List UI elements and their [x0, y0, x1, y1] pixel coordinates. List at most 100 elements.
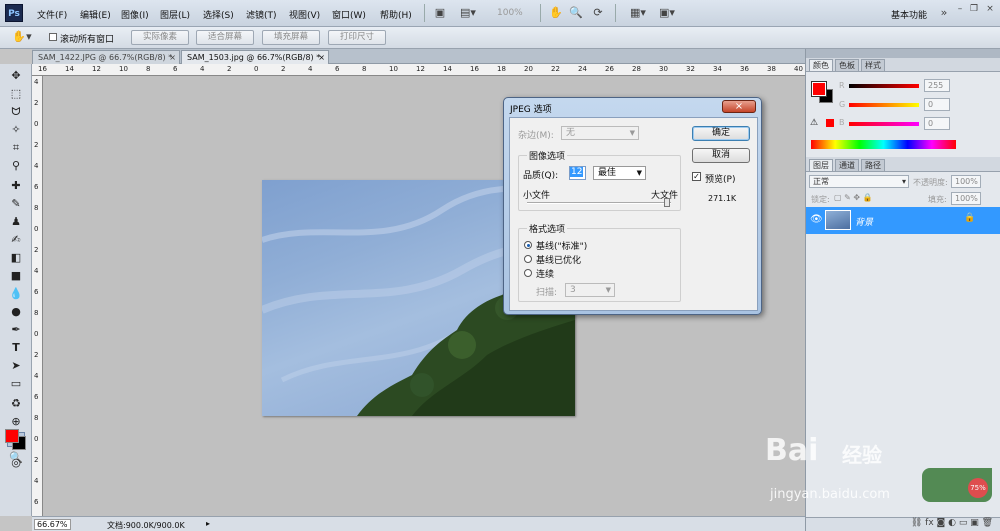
cancel-button[interactable]: 取消	[692, 148, 750, 163]
format-options-group: 格式选项 基线("标准") 基线已优化 连续 扫描: 3 ▼	[518, 222, 681, 302]
move-tool-icon[interactable]: ✥	[7, 68, 25, 83]
hand-icon[interactable]: ✋	[548, 6, 564, 20]
rotate-view-icon[interactable]: ⟳	[590, 6, 606, 20]
fill-screen-button[interactable]: 填充屏幕	[262, 30, 320, 45]
close-icon[interactable]: ×	[982, 2, 998, 16]
toolbox: ✥ ⬚ ᗢ ✧ ⌗ ⚲ ✚ ✎ ♟ ✍ ◧ ■ 💧 ● ✒ T ➤ ▭ ♻ ⊕ …	[0, 64, 32, 516]
brush-tool-icon[interactable]: ✎	[7, 196, 25, 211]
quality-slider-thumb[interactable]	[664, 198, 670, 207]
status-menu-icon[interactable]: ▸	[206, 519, 210, 528]
ruler-tick-label: 8	[362, 65, 367, 73]
marquee-tool-icon[interactable]: ⬚	[7, 86, 25, 101]
layer-row-background[interactable]: 👁 背景 🔒	[806, 207, 1000, 234]
workspace-switcher[interactable]: 基本功能	[891, 8, 927, 21]
tab-color[interactable]: 颜色	[809, 59, 833, 71]
menu-help[interactable]: 帮助(H)	[380, 8, 412, 21]
eye-icon[interactable]: 👁	[810, 214, 823, 225]
menu-select[interactable]: 选择(S)	[203, 8, 234, 21]
quality-value: 12	[570, 167, 584, 177]
gamut-swatch[interactable]	[826, 119, 834, 127]
clone-stamp-icon[interactable]: ♟	[7, 214, 25, 229]
preview-checkbox[interactable]: ✓	[692, 172, 701, 181]
scan-select[interactable]: 3 ▼	[565, 283, 615, 297]
watermark-brand-2: 经验	[842, 443, 882, 467]
tab-swatches[interactable]: 色板	[835, 59, 859, 71]
type-tool-icon[interactable]: T	[7, 340, 25, 355]
tab-sam-1503[interactable]: SAM_1503.jpg @ 66.7%(RGB/8) * ×	[181, 50, 329, 64]
history-brush-icon[interactable]: ✍	[7, 232, 25, 247]
crop-tool-icon[interactable]: ⌗	[7, 140, 25, 155]
menu-edit[interactable]: 编辑(E)	[80, 8, 111, 21]
blur-tool-icon[interactable]: 💧	[7, 286, 25, 301]
preview-label: 预览(P)	[705, 175, 736, 185]
print-size-button[interactable]: 打印尺寸	[328, 30, 386, 45]
shape-tool-icon[interactable]: ▭	[7, 376, 25, 391]
close-icon[interactable]: ×	[318, 51, 325, 64]
color-spectrum[interactable]	[811, 140, 956, 149]
quick-mask-icon[interactable]: ◎	[7, 455, 25, 470]
menu-window[interactable]: 窗口(W)	[332, 8, 366, 21]
dodge-tool-icon[interactable]: ●	[7, 304, 25, 319]
r-slider[interactable]	[849, 84, 919, 88]
3d-rotate-icon[interactable]: ♻	[7, 396, 25, 411]
r-value[interactable]: 255	[924, 79, 950, 92]
b-slider[interactable]	[849, 122, 919, 126]
blend-mode-select[interactable]: 正常 ▾	[809, 175, 909, 188]
layers-footer-icons[interactable]: ⛓ fx ◙ ◐ ▭ ▣ 🗑	[806, 517, 1000, 531]
fg-color-chip[interactable]	[811, 81, 827, 97]
layer-name[interactable]: 背景	[855, 215, 873, 228]
ruler-tick-label: 8	[146, 65, 151, 73]
b-label: B	[839, 118, 845, 127]
hand-tool-preset-icon[interactable]: ✋▾	[10, 30, 34, 44]
close-icon[interactable]: ×	[169, 51, 176, 64]
fill-value[interactable]: 100%	[951, 192, 981, 205]
3d-orbit-icon[interactable]: ⊕	[7, 414, 25, 429]
warning-icon[interactable]: ⚠	[810, 118, 818, 128]
dialog-close-button[interactable]: ×	[722, 100, 756, 113]
b-value[interactable]: 0	[924, 117, 950, 130]
ok-button[interactable]: 确定	[692, 126, 750, 141]
pen-tool-icon[interactable]: ✒	[7, 322, 25, 337]
path-selection-icon[interactable]: ➤	[7, 358, 25, 373]
fit-screen-button[interactable]: 适合屏幕	[196, 30, 254, 45]
quality-slider-track[interactable]	[527, 202, 671, 204]
radio-progressive[interactable]	[524, 269, 532, 277]
g-value[interactable]: 0	[924, 98, 950, 111]
tab-styles[interactable]: 样式	[861, 59, 885, 71]
lasso-tool-icon[interactable]: ᗢ	[7, 104, 25, 119]
eraser-icon[interactable]: ◧	[7, 250, 25, 265]
gradient-tool-icon[interactable]: ■	[7, 268, 25, 283]
g-slider[interactable]	[849, 103, 919, 107]
actual-pixels-button[interactable]: 实际像素	[131, 30, 189, 45]
bridge-icon[interactable]: ▣	[432, 6, 448, 20]
zoom-level[interactable]: 100%	[497, 8, 523, 18]
view-extras-icon[interactable]: ▤▾	[460, 6, 476, 20]
healing-brush-icon[interactable]: ✚	[7, 178, 25, 193]
eyedropper-icon[interactable]: ⚲	[7, 158, 25, 173]
zoom-icon[interactable]: 🔍	[568, 6, 584, 20]
arrange-docs-icon[interactable]: ▦▾	[625, 6, 651, 20]
quality-preset-select[interactable]: 最佳 ▼	[593, 166, 646, 180]
status-zoom[interactable]: 66.67%	[34, 519, 71, 530]
radio-baseline-optimized[interactable]	[524, 255, 532, 263]
tab-paths[interactable]: 路径	[861, 159, 885, 171]
tab-layers[interactable]: 图层	[809, 159, 833, 171]
tab-channels[interactable]: 通道	[835, 159, 859, 171]
chevron-right-icon[interactable]: »	[940, 6, 948, 20]
foreground-color-swatch[interactable]	[5, 429, 19, 443]
menu-file[interactable]: 文件(F)	[37, 8, 67, 21]
screen-mode-icon[interactable]: ▣▾	[656, 6, 678, 20]
quality-input[interactable]: 12	[569, 166, 586, 180]
tab-sam-1422[interactable]: SAM_1422.JPG @ 66.7%(RGB/8) * ×	[32, 50, 180, 64]
menu-image[interactable]: 图像(I)	[121, 8, 149, 21]
magic-wand-icon[interactable]: ✧	[7, 122, 25, 137]
radio-baseline-standard[interactable]	[524, 241, 532, 249]
menu-layer[interactable]: 图层(L)	[160, 8, 190, 21]
restore-icon[interactable]: ❐	[966, 2, 982, 16]
scroll-all-checkbox[interactable]	[49, 33, 57, 41]
opacity-value[interactable]: 100%	[951, 175, 981, 188]
matte-select[interactable]: 无 ▼	[561, 126, 639, 140]
lock-icons[interactable]: ▢ ✎ ✥ 🔒	[834, 193, 873, 202]
menu-view[interactable]: 视图(V)	[289, 8, 320, 21]
menu-filter[interactable]: 滤镜(T)	[246, 8, 277, 21]
